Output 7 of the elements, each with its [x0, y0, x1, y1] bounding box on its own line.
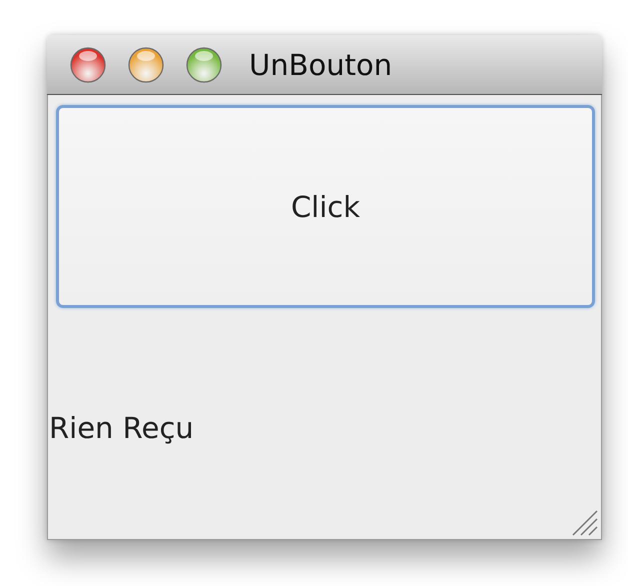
click-button[interactable]: Click — [56, 105, 595, 308]
window-title: UnBouton — [249, 48, 392, 82]
status-label: Rien Reçu — [49, 411, 195, 445]
window-control-icon[interactable] — [127, 46, 165, 84]
window-control-icon[interactable] — [69, 46, 107, 84]
resize-grip-icon[interactable] — [571, 509, 599, 537]
window-control-icon[interactable] — [185, 46, 223, 84]
